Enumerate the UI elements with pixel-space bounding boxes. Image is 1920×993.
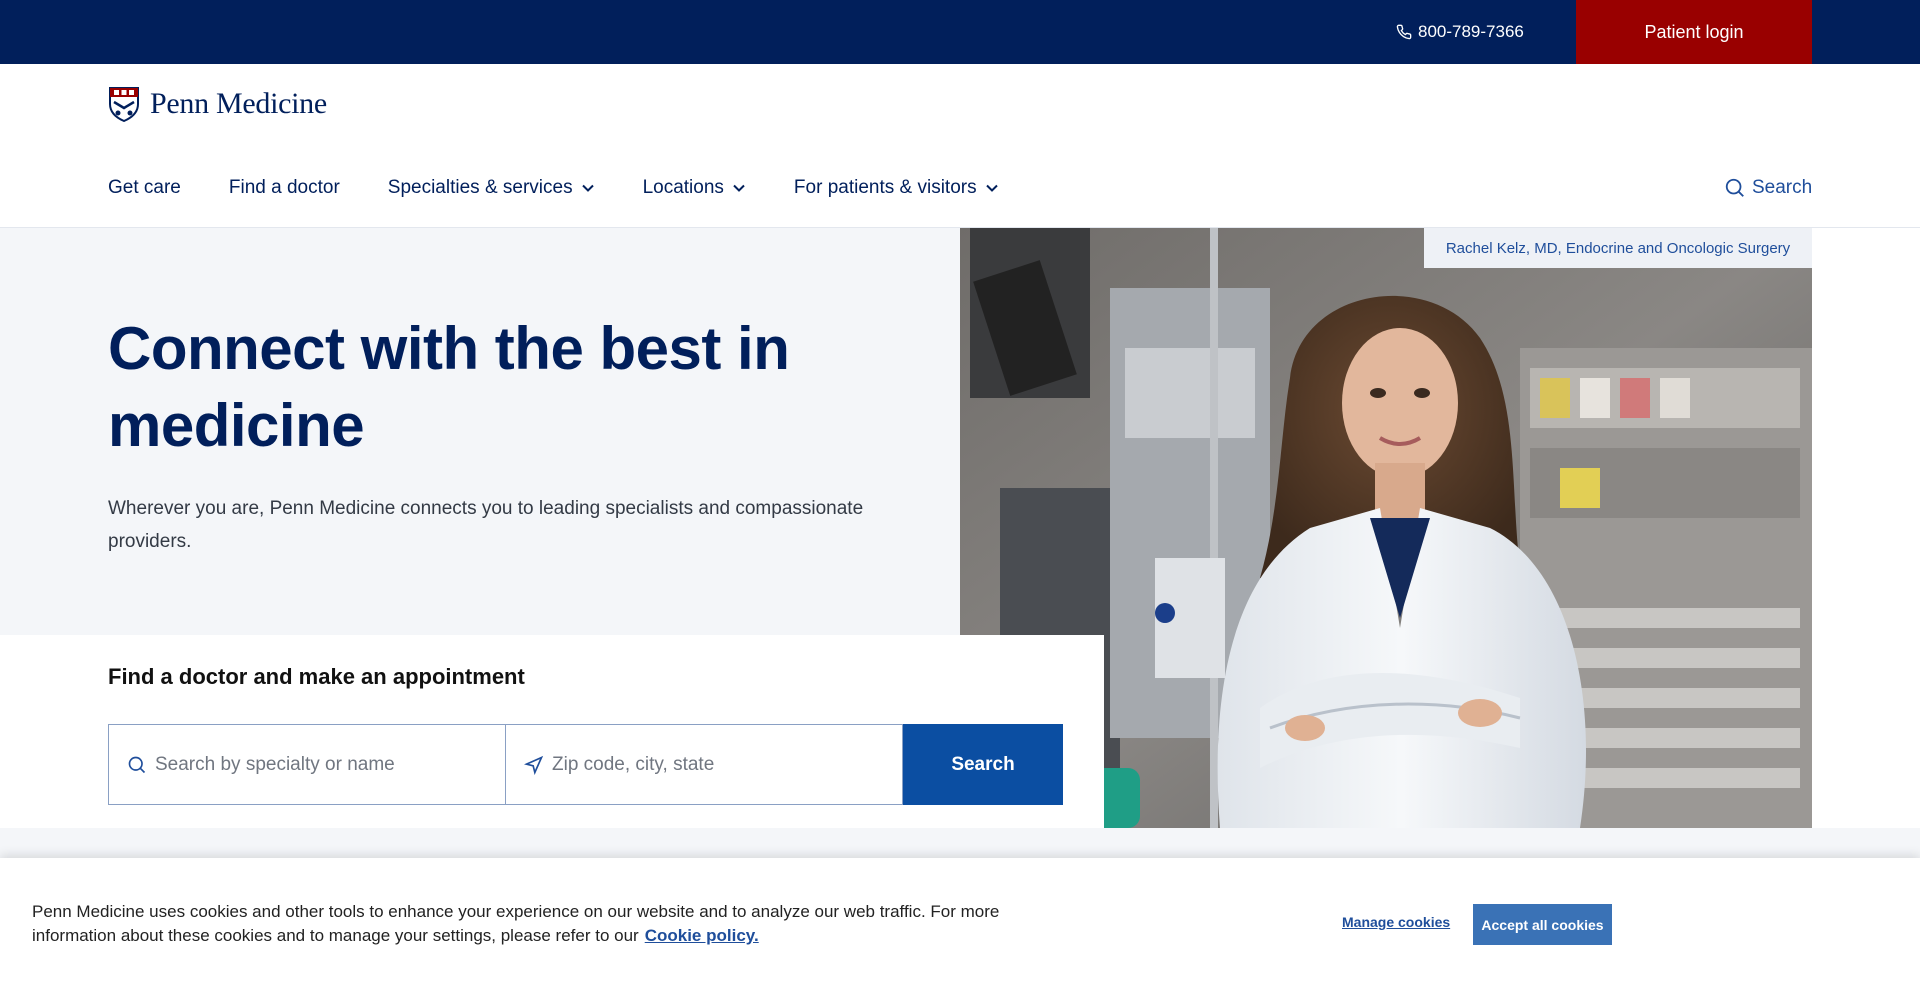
nav-item-patients-visitors[interactable]: For patients & visitors bbox=[794, 177, 999, 199]
find-doctor-search-button[interactable]: Search bbox=[903, 724, 1063, 805]
location-field bbox=[505, 724, 903, 805]
phone-icon bbox=[1396, 24, 1412, 40]
navigation-arrow-icon bbox=[524, 755, 544, 775]
utility-bar: 800-789-7366 Patient login bbox=[0, 0, 1920, 64]
find-doctor-title: Find a doctor and make an appointment bbox=[108, 664, 525, 689]
nav-item-label: Get care bbox=[108, 177, 181, 198]
chevron-down-icon bbox=[733, 184, 745, 192]
cookie-message-text: Penn Medicine uses cookies and other too… bbox=[32, 902, 1000, 945]
specialty-search-input[interactable] bbox=[155, 725, 505, 804]
penn-shield-icon bbox=[109, 87, 139, 122]
nav-item-specialties-services[interactable]: Specialties & services bbox=[388, 177, 595, 199]
header-search-label: Search bbox=[1752, 177, 1813, 198]
nav-item-label: Locations bbox=[642, 177, 724, 198]
phone-number: 800-789-7366 bbox=[1418, 22, 1524, 41]
specialty-field bbox=[108, 724, 506, 805]
manage-cookies-link[interactable]: Manage cookies bbox=[1342, 914, 1450, 930]
search-icon bbox=[128, 756, 146, 774]
search-icon bbox=[1725, 178, 1744, 197]
nav-item-label: Specialties & services bbox=[387, 177, 573, 198]
accept-all-cookies-button[interactable]: Accept all cookies bbox=[1473, 904, 1612, 945]
hero-title: Connect with the best in medicine bbox=[108, 315, 790, 459]
nav-item-locations[interactable]: Locations bbox=[643, 177, 746, 199]
cookie-policy-link[interactable]: Cookie policy. bbox=[645, 926, 759, 945]
location-input[interactable] bbox=[552, 725, 902, 804]
brand-name: Penn Medicine bbox=[150, 87, 327, 120]
header-search-button[interactable]: Search bbox=[1724, 168, 1812, 208]
cookie-banner: Penn Medicine uses cookies and other too… bbox=[0, 858, 1920, 993]
find-doctor-form: Search bbox=[108, 724, 1064, 805]
main-navigation: Get care Find a doctor Specialties & ser… bbox=[108, 168, 1047, 208]
chevron-down-icon bbox=[985, 184, 998, 192]
nav-item-label: For patients & visitors bbox=[793, 177, 977, 198]
penn-medicine-logo[interactable]: Penn Medicine bbox=[108, 86, 327, 122]
chevron-down-icon bbox=[581, 184, 594, 192]
nav-item-label: Find a doctor bbox=[228, 177, 340, 198]
hero-subtitle: Wherever you are, Penn Medicine connects… bbox=[108, 498, 864, 552]
patient-login-button[interactable]: Patient login bbox=[1576, 0, 1812, 64]
phone-link[interactable]: 800-789-7366 bbox=[1396, 0, 1524, 64]
cookie-message: Penn Medicine uses cookies and other too… bbox=[32, 900, 1042, 948]
nav-item-get-care[interactable]: Get care bbox=[108, 177, 181, 199]
content-background-strip bbox=[0, 828, 1920, 860]
photo-caption: Rachel Kelz, MD, Endocrine and Oncologic… bbox=[1424, 228, 1812, 268]
nav-item-find-a-doctor[interactable]: Find a doctor bbox=[229, 177, 340, 199]
